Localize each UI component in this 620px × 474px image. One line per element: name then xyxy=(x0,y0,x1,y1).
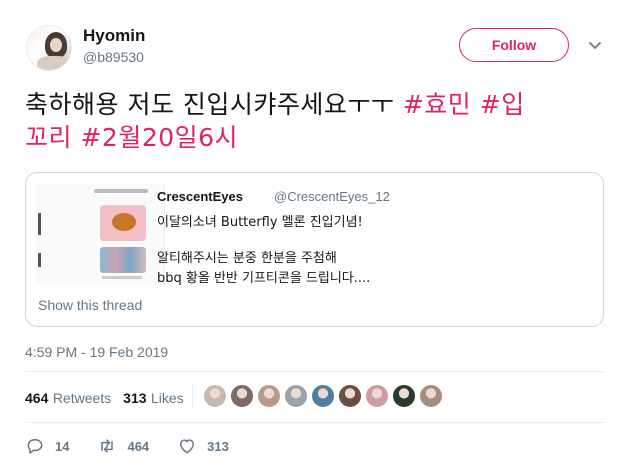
author-avatar[interactable] xyxy=(26,25,72,71)
hashtag-hyomin[interactable]: #효민 xyxy=(403,90,471,119)
thumb-edge-mark-2 xyxy=(38,253,41,267)
show-this-thread-link[interactable]: Show this thread xyxy=(38,297,142,313)
quoted-text-line-2: 알티해주시는 분중 한분을 주첨해 xyxy=(157,251,337,266)
hashtag-ipggori-part1[interactable]: #입 xyxy=(480,90,525,119)
liker-avatars xyxy=(203,384,446,408)
thumb-caption-line xyxy=(102,276,142,279)
tweet-text: 축하해용 저도 진입시캬주세요ㅜㅜ #효민 #입 꼬리 #2월20일6시 xyxy=(25,88,605,154)
thumb-chicken-image xyxy=(100,205,146,241)
quoted-author-name[interactable]: CrescentEyes xyxy=(157,189,243,204)
thumb-edge-mark xyxy=(38,213,41,235)
retweet-count: 464 xyxy=(127,438,150,454)
quoted-tweet-image[interactable] xyxy=(36,183,165,285)
liker-avatar[interactable] xyxy=(365,384,389,408)
like-action[interactable]: 313 xyxy=(177,436,229,456)
reply-action[interactable]: 14 xyxy=(25,436,69,456)
reply-count: 14 xyxy=(55,438,70,454)
tweet-timestamp[interactable]: 4:59 PM - 19 Feb 2019 xyxy=(25,344,168,360)
tweet-body: 축하해용 저도 진입시캬주세요ㅜㅜ xyxy=(25,90,403,119)
liker-avatar[interactable] xyxy=(311,384,335,408)
likes-label[interactable]: Likes xyxy=(151,390,184,406)
heart-icon[interactable] xyxy=(177,436,197,456)
avatar-clothing xyxy=(37,56,71,70)
hashtag-ipggori-part2[interactable]: 꼬리 xyxy=(25,123,72,152)
author-handle[interactable]: @b89530 xyxy=(83,49,144,65)
thumb-group-photo xyxy=(100,247,146,273)
chevron-down-icon[interactable] xyxy=(586,36,604,54)
retweet-action[interactable]: 464 xyxy=(97,436,149,456)
retweet-icon[interactable] xyxy=(97,436,117,456)
hashtag-date[interactable]: #2월20일6시 xyxy=(80,123,238,152)
quoted-tweet-card[interactable]: CrescentEyes @CrescentEyes_12 이달의소녀 Butt… xyxy=(25,172,604,327)
reply-icon[interactable] xyxy=(25,436,45,456)
liker-avatar[interactable] xyxy=(392,384,416,408)
liker-avatar[interactable] xyxy=(419,384,443,408)
retweets-count[interactable]: 464 xyxy=(25,390,48,406)
quoted-text-line-1: 이달의소녀 Butterfly 멜론 진입기념! xyxy=(157,215,363,230)
stats-separator xyxy=(192,384,193,408)
quoted-author-handle[interactable]: @CrescentEyes_12 xyxy=(274,189,390,204)
engagement-stats: 464 Retweets 313 Likes xyxy=(25,389,184,407)
divider-bottom xyxy=(25,422,604,423)
likes-count[interactable]: 313 xyxy=(123,390,146,406)
liker-avatar[interactable] xyxy=(338,384,362,408)
quoted-text-line-3: bbq 황올 반반 기프티콘을 드립니다.... xyxy=(157,271,371,286)
retweets-label[interactable]: Retweets xyxy=(53,390,111,406)
thumb-title-bar xyxy=(94,189,148,193)
liker-avatar[interactable] xyxy=(230,384,254,408)
liker-avatar[interactable] xyxy=(284,384,308,408)
divider-top xyxy=(25,371,604,372)
liker-avatar[interactable] xyxy=(257,384,281,408)
follow-button[interactable]: Follow xyxy=(459,28,569,62)
liker-avatar[interactable] xyxy=(203,384,227,408)
tweet-actions: 14 464 313 xyxy=(25,436,257,456)
like-count: 313 xyxy=(207,438,229,454)
author-name[interactable]: Hyomin xyxy=(83,26,145,46)
avatar-face xyxy=(50,38,62,52)
